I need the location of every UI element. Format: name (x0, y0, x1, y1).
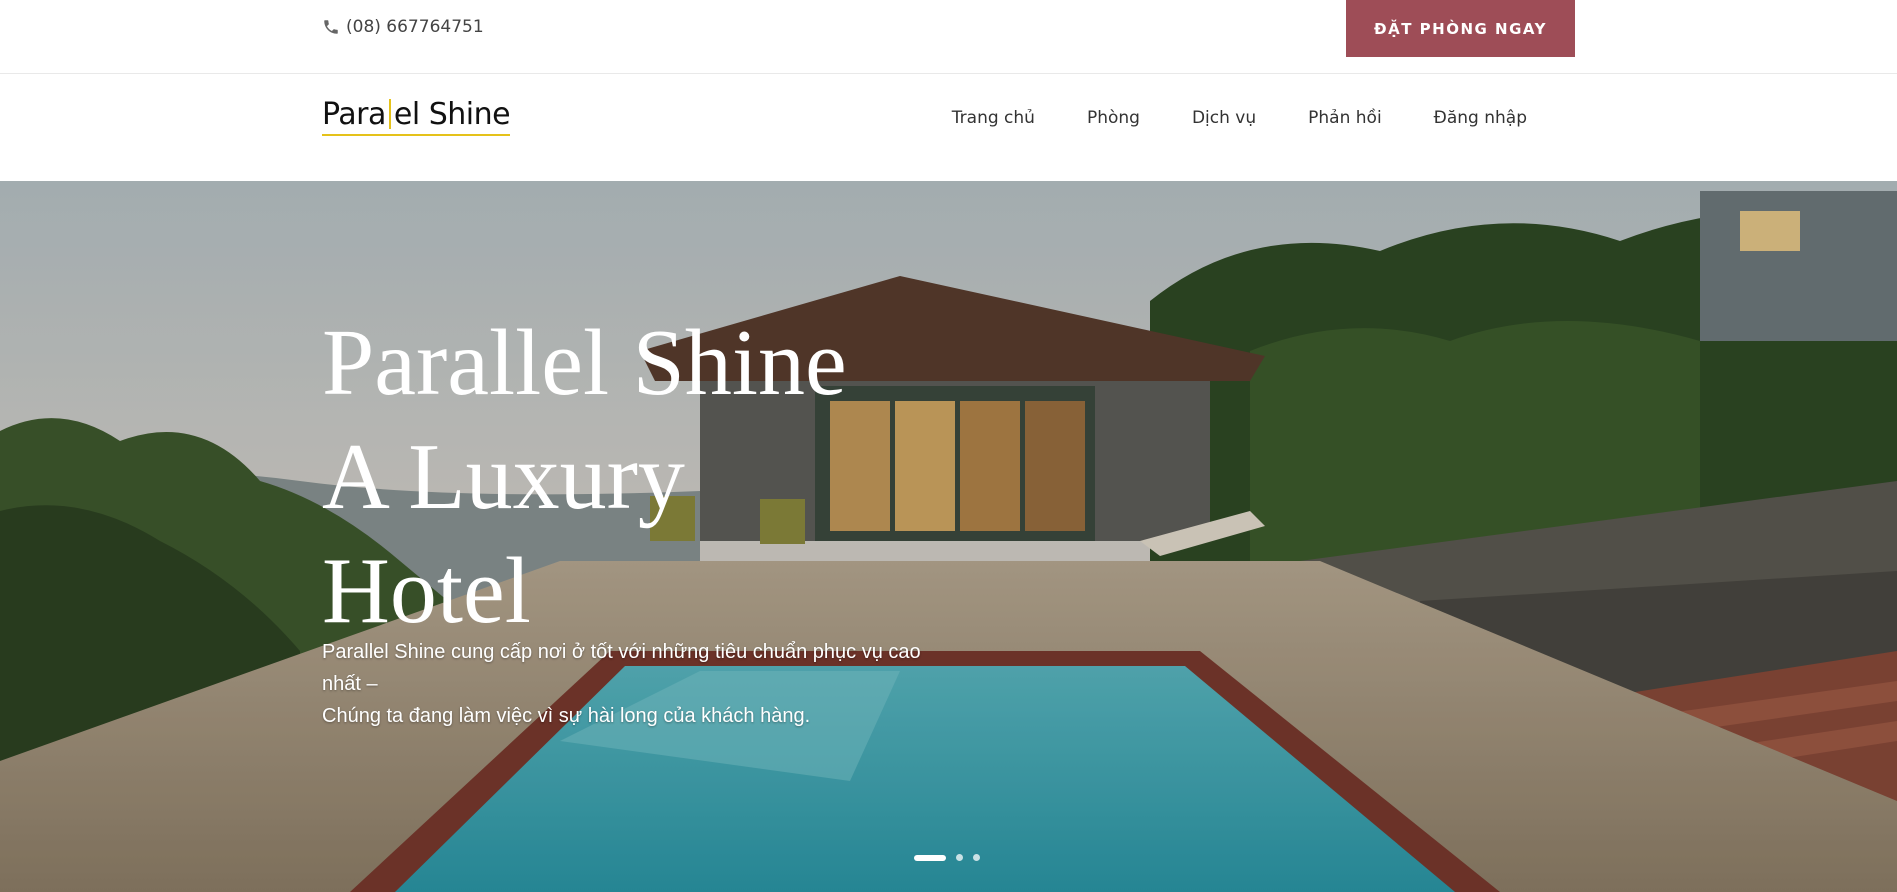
hero-desc-line-1: Parallel Shine cung cấp nơi ở tốt với nh… (322, 641, 921, 695)
main-header: Para el Shine Trang chủ Phòng Dịch vụ Phả… (0, 75, 1897, 181)
top-bar: (08) 667764751 ĐẶT PHÒNG NGAY (0, 0, 1897, 74)
site-logo[interactable]: Para el Shine (322, 97, 511, 136)
phone-number: (08) 667764751 (346, 17, 484, 37)
phone-contact[interactable]: (08) 667764751 (322, 17, 484, 37)
slider-pagination (914, 854, 980, 861)
slider-dot-1[interactable] (914, 854, 946, 861)
hero-title-line-1: Parallel Shine (322, 311, 847, 415)
book-now-button[interactable]: ĐẶT PHÒNG NGAY (1346, 0, 1575, 57)
hero-title: Parallel Shine A Luxury Hotel (322, 306, 847, 648)
nav-item-rooms[interactable]: Phòng (1087, 108, 1140, 128)
hero-desc-line-2: Chúng ta đang làm việc vì sự hài long củ… (322, 705, 811, 727)
phone-icon (322, 18, 340, 36)
logo-accent-bar (388, 99, 391, 129)
hero-title-line-2: A Luxury (322, 425, 685, 529)
logo-text-left: Para (322, 97, 386, 132)
slider-dot-2[interactable] (956, 854, 963, 861)
nav-item-home[interactable]: Trang chủ (952, 108, 1035, 128)
hero-description: Parallel Shine cung cấp nơi ở tốt với nh… (322, 636, 942, 732)
nav-item-services[interactable]: Dịch vụ (1192, 108, 1256, 128)
slider-dot-3[interactable] (973, 854, 980, 861)
hero-slider: Parallel Shine A Luxury Hotel Parallel S… (0, 181, 1897, 892)
logo-text-right: el Shine (393, 97, 511, 132)
nav-item-feedback[interactable]: Phản hồi (1308, 108, 1382, 128)
hero-background-image (0, 181, 1897, 892)
nav-item-login[interactable]: Đăng nhập (1434, 108, 1527, 128)
main-nav: Trang chủ Phòng Dịch vụ Phản hồi Đăng nh… (952, 108, 1527, 128)
hero-title-line-3: Hotel (322, 539, 531, 643)
